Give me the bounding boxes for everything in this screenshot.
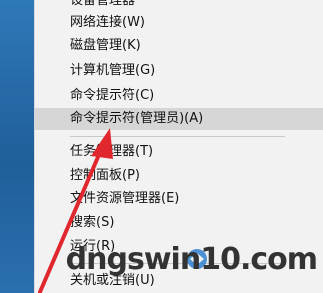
- desktop-background: [0, 0, 34, 293]
- menu-item-task-manager[interactable]: 任务管理器(T): [34, 141, 323, 163]
- menu-item-device-manager[interactable]: 设备管理器: [34, 0, 323, 12]
- menu-item-command-prompt-admin[interactable]: 命令提示符(管理员)(A): [34, 108, 323, 130]
- menu-item-command-prompt[interactable]: 命令提示符(C): [34, 85, 323, 107]
- menu-item-file-explorer[interactable]: 文件资源管理器(E): [34, 188, 323, 210]
- menu-item-computer-management[interactable]: 计算机管理(G): [34, 60, 323, 82]
- menu-item-search[interactable]: 搜索(S): [34, 212, 323, 234]
- menu-separator: [70, 136, 285, 137]
- menu-item-network-connections[interactable]: 网络连接(W): [34, 12, 323, 34]
- menu-item-disk-management[interactable]: 磁盘管理(K): [34, 35, 323, 57]
- watermark-text: dngswin10.com: [65, 242, 318, 277]
- menu-item-control-panel[interactable]: 控制面板(P): [34, 165, 323, 187]
